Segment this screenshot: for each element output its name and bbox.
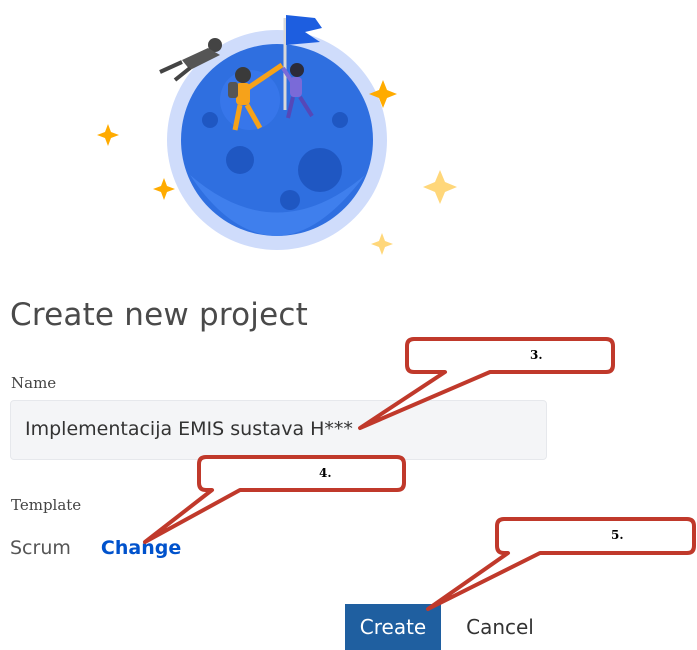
template-row: Scrum Change bbox=[10, 537, 181, 559]
callout-4 bbox=[143, 455, 406, 544]
project-illustration bbox=[97, 15, 457, 255]
create-button[interactable]: Create bbox=[345, 604, 441, 650]
change-template-link[interactable]: Change bbox=[101, 537, 181, 559]
template-label: Template bbox=[11, 496, 82, 514]
template-value: Scrum bbox=[10, 537, 71, 559]
project-name-input[interactable] bbox=[25, 418, 525, 440]
callout-label-4: 4. bbox=[319, 466, 332, 480]
callout-5 bbox=[426, 517, 696, 611]
cancel-button[interactable]: Cancel bbox=[458, 604, 542, 650]
planet bbox=[181, 44, 373, 236]
page-title: Create new project bbox=[10, 297, 308, 333]
callout-label-3: 3. bbox=[530, 348, 543, 362]
name-label: Name bbox=[11, 374, 57, 392]
project-name-field[interactable] bbox=[10, 400, 547, 460]
callout-label-5: 5. bbox=[611, 528, 624, 542]
